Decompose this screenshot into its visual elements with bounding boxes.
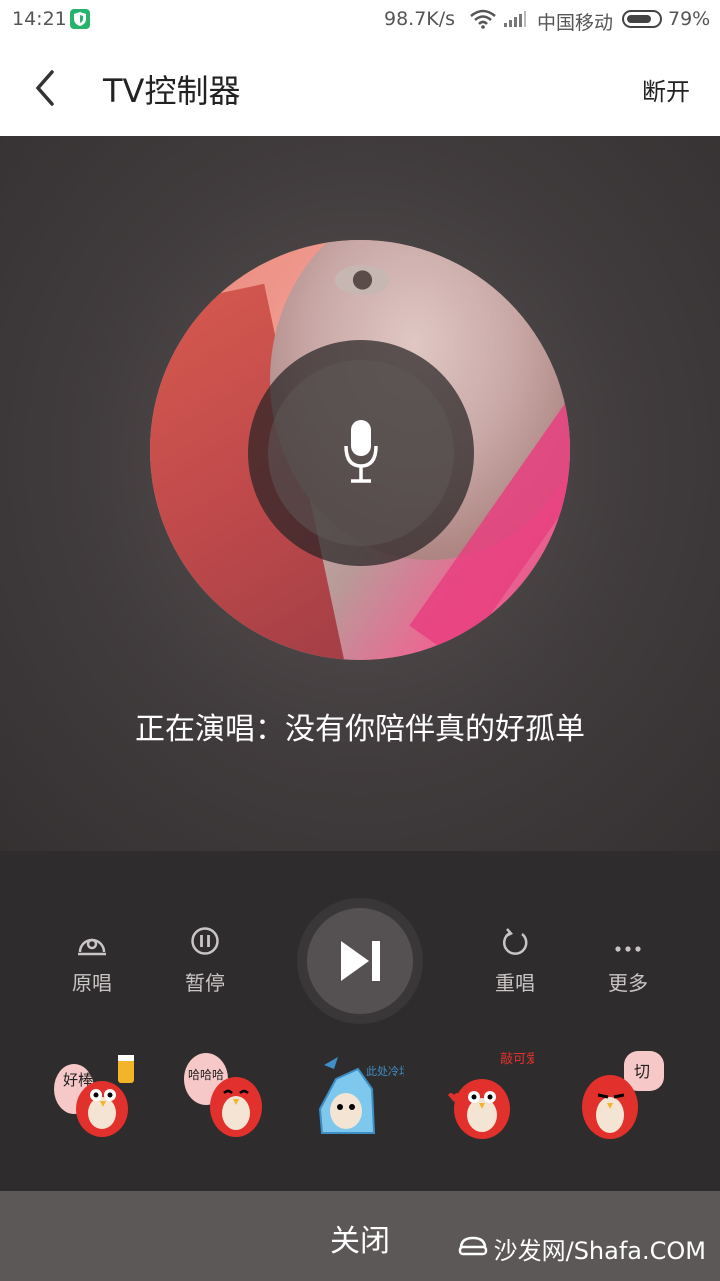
pause-icon [190, 926, 220, 961]
sticker-cute-icon: 敲可爱 [448, 1051, 539, 1139]
original-vocal-button[interactable]: 原唱 [47, 927, 137, 996]
more-icon [613, 937, 643, 961]
shield-icon [70, 9, 90, 29]
sticker-cold[interactable]: 此处冷场... [312, 1049, 421, 1141]
sticker-tsk-icon: 切 [582, 1051, 664, 1139]
now-playing-text: 正在演唱：没有你陪伴真的好孤单 [135, 712, 585, 747]
watermark-text: 沙发网/Shafa.COM [493, 1237, 706, 1265]
sticker-cute[interactable]: 敲可爱 [442, 1049, 539, 1141]
sofa-logo-icon [458, 1234, 488, 1264]
replay-icon [500, 926, 530, 961]
player-area: 正在演唱：没有你陪伴真的好孤单 [0, 136, 720, 851]
sticker-great[interactable]: 好棒 [52, 1049, 144, 1141]
svg-text:哈哈哈: 哈哈哈 [188, 1068, 224, 1082]
sticker-cold-icon: 此处冷场... [318, 1057, 421, 1134]
close-bar: 关闭 沙发网/Shafa.COM [0, 1191, 720, 1281]
microphone-button[interactable] [248, 340, 474, 566]
battery-percent: 79% [668, 8, 711, 30]
more-label: 更多 [608, 971, 648, 995]
status-bar: 14:21 98.7K/s 中国移动 79% [0, 0, 720, 40]
microphone-icon [344, 418, 378, 492]
svg-text:此处冷场...: 此处冷场... [366, 1064, 404, 1078]
sticker-great-icon: 好棒 [54, 1055, 134, 1137]
battery-icon [622, 10, 662, 28]
status-time: 14:21 [12, 8, 67, 30]
disconnect-button[interactable]: 断开 [642, 72, 690, 107]
original-vocal-label: 原唱 [72, 971, 112, 995]
signal-icon [503, 10, 527, 33]
sticker-row: 好棒 哈哈哈 此处冷 敲可爱 切 [0, 1049, 720, 1141]
app-header: TV控制器 断开 [0, 40, 720, 137]
sticker-haha[interactable]: 哈哈哈 [182, 1049, 274, 1141]
sticker-haha-icon: 哈哈哈 [184, 1053, 262, 1137]
replay-button[interactable]: 重唱 [470, 927, 560, 996]
back-icon[interactable] [28, 66, 68, 110]
control-panel: 原唱 暂停 重唱 更多 好棒 哈哈哈 此处冷 敲可爱 切 [0, 851, 720, 1191]
svg-text:敲可爱: 敲可爱 [500, 1051, 534, 1067]
more-button[interactable]: 更多 [583, 927, 673, 996]
net-speed: 98.7K/s [384, 8, 456, 30]
wifi-icon [470, 9, 496, 34]
next-song-button[interactable] [297, 898, 423, 1024]
pause-button[interactable]: 暂停 [160, 927, 250, 996]
page-title: TV控制器 [103, 72, 241, 110]
carrier-name: 中国移动 [537, 12, 614, 34]
sticker-tsk[interactable]: 切 [578, 1049, 670, 1141]
replay-label: 重唱 [495, 971, 535, 995]
original-vocal-icon [77, 928, 107, 961]
svg-text:切: 切 [634, 1062, 650, 1081]
pause-label: 暂停 [185, 971, 225, 995]
watermark: 沙发网/Shafa.COM [458, 1231, 706, 1266]
